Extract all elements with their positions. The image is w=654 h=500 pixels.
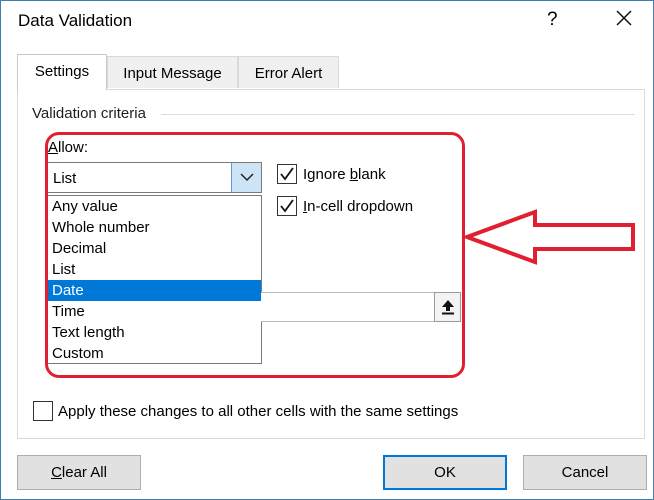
title-bar: Data Validation ? [1,1,653,43]
checkmark-icon [280,167,294,181]
cancel-button[interactable]: Cancel [523,455,647,490]
allow-dropdown[interactable]: List [47,162,262,193]
in-cell-dropdown-checkbox[interactable] [277,196,297,216]
close-button[interactable] [613,7,635,29]
chevron-down-icon [240,173,254,182]
ok-button[interactable]: OK [383,455,507,490]
close-icon [616,10,632,26]
apply-all-label: Apply these changes to all other cells w… [58,403,459,420]
section-divider [161,114,635,115]
help-button[interactable]: ? [547,9,558,31]
apply-all-checkbox[interactable] [33,401,53,421]
option-any-value[interactable]: Any value [48,196,261,217]
dialog-title: Data Validation [18,11,133,30]
tab-settings[interactable]: Settings [17,54,107,90]
option-text-length[interactable]: Text length [48,322,261,343]
checkmark-icon [280,199,294,213]
ignore-blank-checkbox[interactable] [277,164,297,184]
tab-error-alert[interactable]: Error Alert [238,56,339,88]
tab-input-message[interactable]: Input Message [107,56,238,88]
clear-all-button[interactable]: Clear All [17,455,141,490]
allow-label: Allow: [48,139,89,156]
data-validation-dialog: Data Validation ? Settings Input Message… [0,0,654,500]
option-decimal[interactable]: Decimal [48,238,261,259]
option-time[interactable]: Time [48,301,261,322]
in-cell-dropdown-label: In-cell dropdown [303,198,414,215]
option-date[interactable]: Date [48,280,261,301]
option-whole-number[interactable]: Whole number [48,217,261,238]
dropdown-toggle-button[interactable] [231,163,261,192]
source-input[interactable] [261,292,435,322]
range-selector-icon [442,300,454,315]
allow-selected-value: List [53,170,77,187]
annotation-arrow-icon [461,209,635,265]
collapse-range-button[interactable] [434,292,461,322]
allow-options-list[interactable]: Any value Whole number Decimal List Date… [47,195,262,364]
option-custom[interactable]: Custom [48,343,261,364]
option-list[interactable]: List [48,259,261,280]
ignore-blank-label: Ignore blank [303,166,386,183]
validation-criteria-label: Validation criteria [32,105,146,122]
